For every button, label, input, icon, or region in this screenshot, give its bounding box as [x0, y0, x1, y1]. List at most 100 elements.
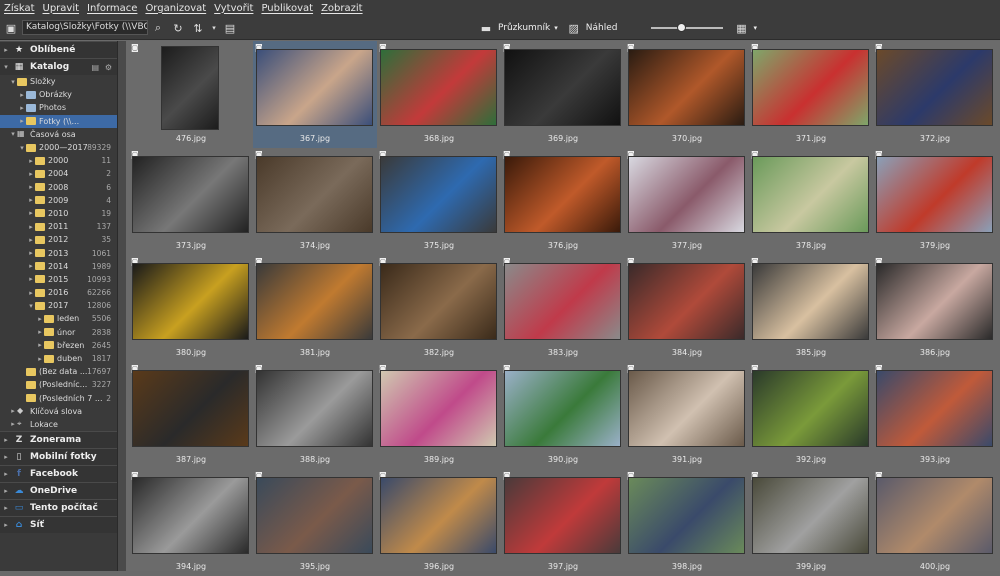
chevron-icon[interactable]: ▸ — [0, 453, 12, 461]
tree-item[interactable]: ▸ 2009 4 — [0, 194, 117, 207]
photo-tile[interactable]: ◙ 375.jpg — [377, 148, 501, 255]
chevron-down-icon[interactable]: ▾ — [554, 24, 558, 32]
photo-thumbnail[interactable] — [380, 263, 497, 340]
sidebar-group-2[interactable]: ▸ f Facebook — [0, 465, 117, 483]
chevron-icon[interactable]: ▸ — [27, 223, 35, 231]
sort-icon[interactable]: ⇅ — [190, 20, 206, 36]
chevron-icon[interactable]: ▸ — [18, 91, 26, 99]
photo-tile[interactable]: ◙ 377.jpg — [625, 148, 749, 255]
photo-tile[interactable]: ◙ 371.jpg — [749, 41, 873, 148]
chevron-icon[interactable]: ▸ — [18, 104, 26, 112]
chevron-down-icon[interactable]: ▾ — [210, 20, 218, 36]
photo-tile[interactable]: ◙ 390.jpg — [501, 362, 625, 469]
sidebar-group-4[interactable]: ▸ ▭ Tento počítač — [0, 499, 117, 517]
folder-add-icon[interactable]: ▤ — [91, 63, 99, 72]
tree-item[interactable]: ▸ březen 2645 — [0, 339, 117, 352]
photo-thumbnail[interactable] — [256, 263, 373, 340]
chevron-icon[interactable]: ▸ — [36, 315, 44, 323]
chevron-icon[interactable]: ▸ — [27, 170, 35, 178]
sidebar-group-0[interactable]: ▸ Z Zonerama — [0, 431, 117, 449]
photo-tile[interactable]: ◙ 394.jpg — [129, 469, 253, 576]
photo-tile[interactable]: ◙ 380.jpg — [129, 255, 253, 362]
photo-thumbnail[interactable] — [256, 49, 373, 126]
photo-tile[interactable]: ◙ 399.jpg — [749, 469, 873, 576]
photo-tile[interactable]: ◙ 367.jpg — [253, 41, 377, 148]
tree-item[interactable]: ▸ Photos — [0, 101, 117, 114]
photo-tile[interactable]: ◙ 373.jpg — [129, 148, 253, 255]
search-icon[interactable]: ⌕ — [150, 20, 166, 36]
tree-item[interactable]: ▸ 2014 1989 — [0, 260, 117, 273]
chevron-icon[interactable]: ▸ — [27, 196, 35, 204]
chevron-icon[interactable]: ▸ — [27, 249, 35, 257]
chevron-icon[interactable]: ▸ — [36, 341, 44, 349]
chevron-icon[interactable]: ▸ — [27, 275, 35, 283]
address-bar[interactable]: Katalog\Složky\Fotky (\\VBO...\JPEG — [22, 20, 148, 35]
chevron-icon[interactable]: ▾ — [0, 63, 12, 71]
chevron-icon[interactable]: ▸ — [9, 407, 17, 415]
photo-thumbnail[interactable] — [504, 370, 621, 447]
photo-tile[interactable]: ◙ 370.jpg — [625, 41, 749, 148]
sidebar-group-5[interactable]: ▸ ⌂ Síť — [0, 516, 117, 534]
photo-thumbnail[interactable] — [504, 263, 621, 340]
preview-toggle[interactable]: Náhled — [586, 23, 618, 33]
photo-tile[interactable]: ◙ 376.jpg — [501, 148, 625, 255]
chevron-icon[interactable]: ▸ — [0, 521, 12, 529]
folder-tree-icon[interactable]: ▣ — [3, 20, 19, 36]
photo-tile[interactable]: ◙ 392.jpg — [749, 362, 873, 469]
photo-tile[interactable]: ◙ 387.jpg — [129, 362, 253, 469]
chevron-icon[interactable]: ▸ — [0, 487, 12, 495]
zoom-slider[interactable] — [651, 20, 724, 36]
tree-item[interactable]: ▾ Složky — [0, 75, 117, 88]
chevron-icon[interactable]: ▾ — [9, 78, 17, 86]
photo-thumbnail[interactable] — [752, 370, 869, 447]
menu-item-6[interactable]: Zobrazit — [321, 3, 363, 14]
photo-thumbnail[interactable] — [161, 46, 219, 130]
chevron-icon[interactable]: ▸ — [27, 209, 35, 217]
photo-thumbnail[interactable] — [132, 477, 249, 554]
photo-tile[interactable]: ◙ 476.jpg — [129, 41, 253, 148]
sidebar-group-3[interactable]: ▸ ☁ OneDrive — [0, 482, 117, 500]
photo-tile[interactable]: ◙ 384.jpg — [625, 255, 749, 362]
view-mode-label[interactable]: Průzkumník — [498, 23, 550, 33]
chevron-down-icon[interactable]: ▾ — [753, 24, 757, 32]
tree-item[interactable]: ▸ Obrázky — [0, 88, 117, 101]
photo-thumbnail[interactable] — [752, 477, 869, 554]
refresh-icon[interactable]: ↻ — [170, 20, 186, 36]
sidebar-section-oblíbené[interactable]: ▸ ★ Oblíbené — [0, 41, 117, 58]
chevron-icon[interactable]: ▸ — [27, 183, 35, 191]
photo-tile[interactable]: ◙ 374.jpg — [253, 148, 377, 255]
photo-thumbnail[interactable] — [628, 477, 745, 554]
photo-thumbnail[interactable] — [876, 263, 993, 340]
chevron-icon[interactable]: ▸ — [0, 436, 12, 444]
photo-thumbnail[interactable] — [628, 263, 745, 340]
photo-thumbnail[interactable] — [256, 477, 373, 554]
photo-thumbnail[interactable] — [132, 263, 249, 340]
photo-tile[interactable]: ◙ 369.jpg — [501, 41, 625, 148]
photo-thumbnail[interactable] — [380, 370, 497, 447]
menu-item-2[interactable]: Informace — [87, 3, 137, 14]
photo-thumbnail[interactable] — [256, 156, 373, 233]
photo-tile[interactable]: ◙ 398.jpg — [625, 469, 749, 576]
menu-item-4[interactable]: Vytvořit — [214, 3, 253, 14]
photo-tile[interactable]: ◙ 368.jpg — [377, 41, 501, 148]
photo-tile[interactable]: ◙ 388.jpg — [253, 362, 377, 469]
sidebar-splitter[interactable] — [118, 41, 126, 571]
photo-thumbnail[interactable] — [504, 477, 621, 554]
photo-tile[interactable]: ◙ 379.jpg — [873, 148, 997, 255]
photo-tile[interactable]: ◙ 382.jpg — [377, 255, 501, 362]
chevron-icon[interactable]: ▸ — [0, 504, 12, 512]
chevron-icon[interactable]: ▸ — [27, 289, 35, 297]
photo-tile[interactable]: ◙ 395.jpg — [253, 469, 377, 576]
photo-thumbnail[interactable] — [504, 49, 621, 126]
tree-item[interactable]: ▸ ◆ Klíčová slova — [0, 405, 117, 418]
photo-tile[interactable]: ◙ 378.jpg — [749, 148, 873, 255]
tree-item[interactable]: ▸ únor 2838 — [0, 326, 117, 339]
photo-tile[interactable]: ◙ 396.jpg — [377, 469, 501, 576]
tree-item[interactable]: ▸ 2008 6 — [0, 181, 117, 194]
tree-item[interactable]: (Posledníc... 3227 — [0, 378, 117, 391]
photo-tile[interactable]: ◙ 391.jpg — [625, 362, 749, 469]
photo-thumbnail[interactable] — [876, 49, 993, 126]
chevron-icon[interactable]: ▸ — [27, 236, 35, 244]
tree-item[interactable]: ▸ Fotky (\\... — [0, 114, 117, 128]
tree-item[interactable]: (Posledních 7 ... 2 — [0, 392, 117, 405]
